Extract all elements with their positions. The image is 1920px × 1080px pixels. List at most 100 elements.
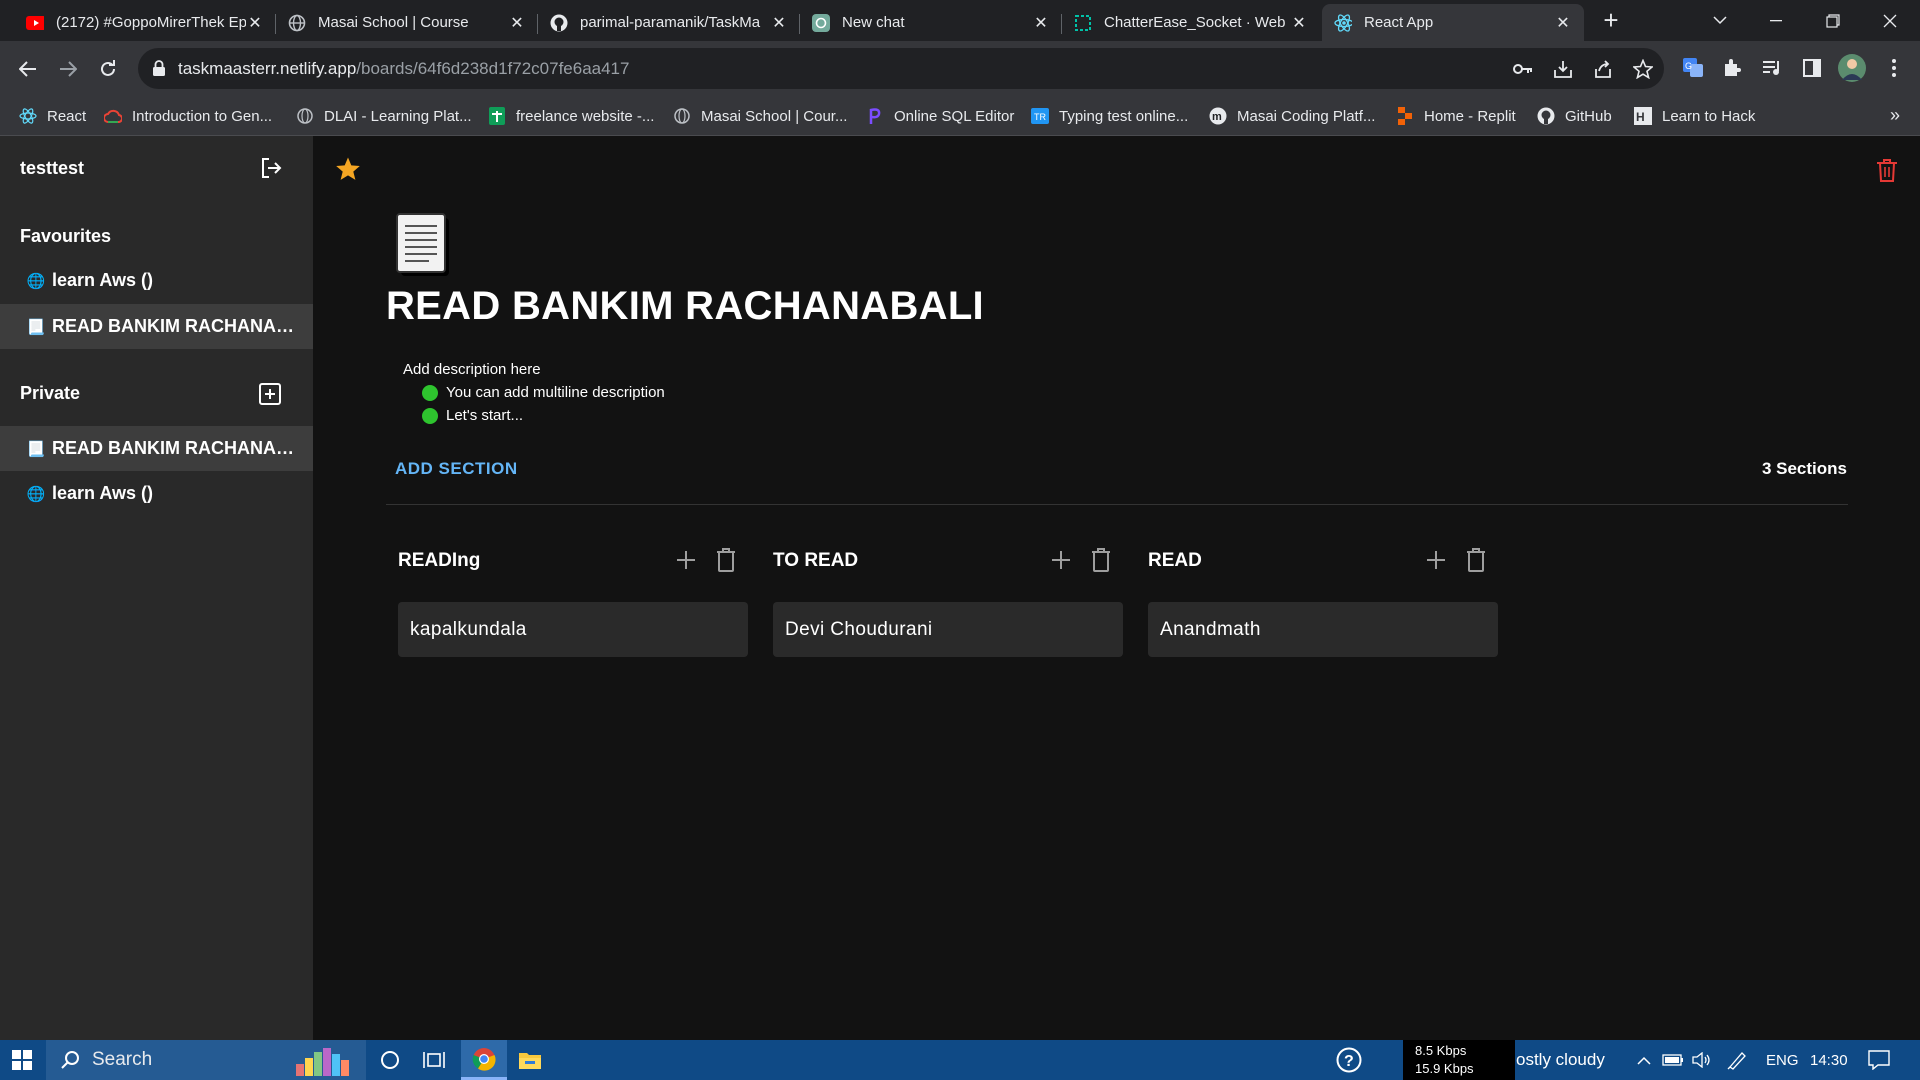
close-tab-icon[interactable]: ✕ xyxy=(246,13,264,33)
side-panel-icon[interactable] xyxy=(1800,56,1824,80)
green-bullet-icon xyxy=(422,384,438,401)
close-tab-icon[interactable]: ✕ xyxy=(508,13,526,33)
board-page-icon[interactable] xyxy=(393,212,453,278)
bookmark-replit[interactable]: Home - Replit xyxy=(1396,105,1516,127)
extensions-icon[interactable] xyxy=(1720,56,1744,80)
add-task-icon[interactable] xyxy=(1424,548,1448,572)
install-icon[interactable] xyxy=(1552,58,1574,80)
browser-tab[interactable]: ChatterEase_Socket · Web S ✕ xyxy=(1062,4,1320,41)
media-icon[interactable] xyxy=(1760,56,1784,80)
translate-icon[interactable]: G xyxy=(1681,56,1705,80)
task-card[interactable]: kapalkundala xyxy=(398,602,748,657)
bookmark-react[interactable]: React xyxy=(19,105,86,127)
bookmark-dlai[interactable]: DLAI - Learning Plat... xyxy=(296,105,472,127)
delete-section-icon[interactable] xyxy=(715,547,737,573)
back-icon[interactable] xyxy=(14,55,42,83)
close-tab-icon[interactable]: ✕ xyxy=(1290,13,1308,33)
browser-tab-active[interactable]: React App ✕ xyxy=(1322,4,1584,41)
restore-icon[interactable] xyxy=(1806,0,1860,41)
menu-dots-icon[interactable] xyxy=(1882,56,1906,80)
bookmark-github[interactable]: GitHub xyxy=(1537,105,1612,127)
new-tab-button[interactable]: + xyxy=(1598,7,1624,34)
file-explorer-icon[interactable] xyxy=(518,1048,542,1072)
delete-board-icon[interactable] xyxy=(1876,158,1898,182)
profile-avatar[interactable] xyxy=(1838,54,1866,82)
bookmark-masai[interactable]: Masai School | Cour... xyxy=(673,105,847,127)
svg-text:H: H xyxy=(1636,110,1645,124)
taskbar-search[interactable]: Search xyxy=(46,1040,366,1080)
net-upload: 8.5 Kbps xyxy=(1415,1043,1467,1058)
language-indicator[interactable]: ENG xyxy=(1766,1052,1799,1069)
address-bar[interactable]: taskmaasterr.netlify.app/boards/64f6d238… xyxy=(138,48,1664,89)
browser-tab[interactable]: (2172) #GoppoMirerThek Ep ✕ xyxy=(14,4,276,41)
cortana-icon[interactable] xyxy=(378,1048,402,1072)
add-task-icon[interactable] xyxy=(1049,548,1073,572)
battery-icon[interactable] xyxy=(1661,1048,1685,1072)
globe-icon xyxy=(296,107,314,125)
delete-section-icon[interactable] xyxy=(1465,547,1487,573)
bookmark-star-icon[interactable] xyxy=(1632,58,1654,80)
section-title[interactable]: READ xyxy=(1148,550,1202,572)
share-icon[interactable] xyxy=(1592,58,1614,80)
key-icon[interactable] xyxy=(1512,58,1534,80)
volume-icon[interactable] xyxy=(1690,1048,1714,1072)
bookmarks-overflow-button[interactable]: » xyxy=(1890,105,1900,126)
close-tab-icon[interactable]: ✕ xyxy=(1554,13,1572,33)
minimize-icon[interactable] xyxy=(1749,0,1803,41)
bookmark-gen-ai[interactable]: Introduction to Gen... xyxy=(104,105,272,127)
sidebar-favourite-read-bankim[interactable]: 📃 READ BANKIM RACHANABALI xyxy=(0,304,313,349)
logout-icon[interactable] xyxy=(259,156,283,180)
add-section-button[interactable]: ADD SECTION xyxy=(395,459,518,479)
forward-icon[interactable] xyxy=(54,55,82,83)
add-board-icon[interactable] xyxy=(259,383,281,405)
clock[interactable]: 14:30 xyxy=(1810,1052,1848,1069)
green-bullet-icon xyxy=(422,407,438,424)
tab-title: ChatterEase_Socket · Web S xyxy=(1104,14,1290,31)
chatgpt-icon xyxy=(812,13,830,32)
close-tab-icon[interactable]: ✕ xyxy=(1032,13,1050,33)
browser-tab[interactable]: parimal-paramanik/TaskMa ✕ xyxy=(538,4,800,41)
bookmark-sql-editor[interactable]: Online SQL Editor xyxy=(866,105,1014,127)
tab-search-icon[interactable] xyxy=(1693,0,1747,41)
browser-tab[interactable]: New chat ✕ xyxy=(800,4,1062,41)
reload-icon[interactable] xyxy=(94,55,122,83)
section-title[interactable]: READIng xyxy=(398,550,480,572)
sidebar-item-label: READ BANKIM RACHANABALI xyxy=(52,438,302,458)
browser-tab[interactable]: Masai School | Course ✕ xyxy=(276,4,538,41)
bookmark-masai-coding[interactable]: m Masai Coding Platf... xyxy=(1209,105,1375,127)
chevron-up-icon[interactable] xyxy=(1632,1048,1656,1072)
description-item: You can add multiline description xyxy=(403,381,665,404)
bookmark-label: GitHub xyxy=(1565,107,1612,125)
delete-section-icon[interactable] xyxy=(1090,547,1112,573)
bookmark-label: Learn to Hack xyxy=(1662,107,1756,125)
board-description[interactable]: Add description here You can add multili… xyxy=(403,358,665,427)
close-window-icon[interactable] xyxy=(1863,0,1917,41)
notifications-icon[interactable] xyxy=(1867,1048,1891,1072)
replit-icon xyxy=(1074,14,1092,32)
bookmark-typing-test[interactable]: TR Typing test online... xyxy=(1031,105,1188,127)
google-cloud-icon xyxy=(104,107,122,125)
weather-text[interactable]: ostly cloudy xyxy=(1516,1050,1605,1070)
sidebar-private-learn-aws[interactable]: 🌐 learn Aws () xyxy=(0,471,313,516)
section-title[interactable]: TO READ xyxy=(773,550,858,572)
taskbar-chrome[interactable] xyxy=(461,1040,507,1080)
task-card[interactable]: Devi Choudurani xyxy=(773,602,1123,657)
description-item: Let's start... xyxy=(403,404,665,427)
bookmark-learn-to-hack[interactable]: H Learn to Hack xyxy=(1634,105,1755,127)
add-task-icon[interactable] xyxy=(674,548,698,572)
sidebar-favourite-learn-aws[interactable]: 🌐 learn Aws () xyxy=(0,258,313,303)
pen-icon[interactable] xyxy=(1725,1048,1749,1072)
help-icon[interactable]: ? xyxy=(1336,1047,1362,1073)
section-column: READ Anandmath xyxy=(1148,536,1498,657)
lock-icon[interactable] xyxy=(152,59,166,77)
net-download: 15.9 Kbps xyxy=(1415,1061,1474,1076)
favourite-star-icon[interactable] xyxy=(335,156,361,182)
bookmark-freelance[interactable]: freelance website -... xyxy=(488,105,654,127)
url-text[interactable]: taskmaasterr.netlify.app/boards/64f6d238… xyxy=(178,59,629,79)
windows-start-icon[interactable] xyxy=(10,1048,34,1072)
task-card[interactable]: Anandmath xyxy=(1148,602,1498,657)
sidebar-private-read-bankim[interactable]: 📃 READ BANKIM RACHANABALI xyxy=(0,426,313,471)
board-title[interactable]: READ BANKIM RACHANABALI xyxy=(386,284,984,329)
task-view-icon[interactable] xyxy=(422,1048,446,1072)
close-tab-icon[interactable]: ✕ xyxy=(770,13,788,33)
